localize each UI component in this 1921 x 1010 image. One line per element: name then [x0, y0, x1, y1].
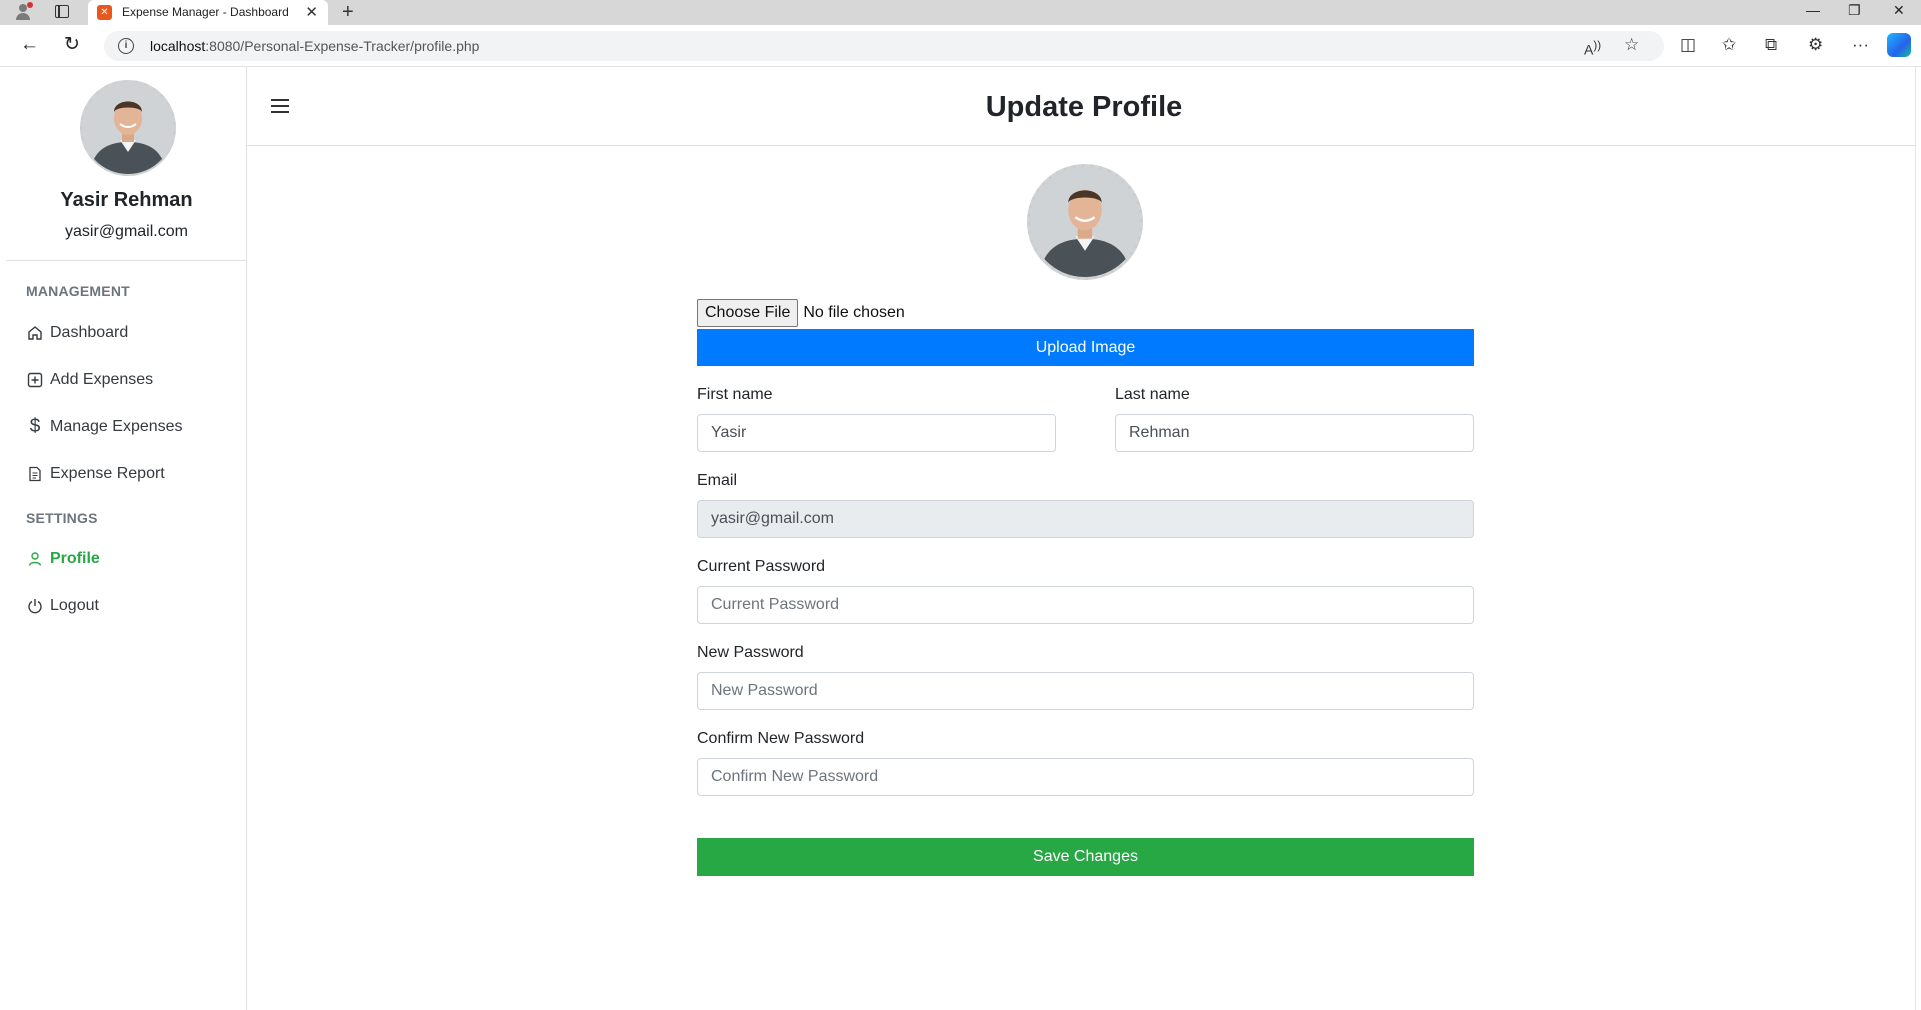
sidebar-item-label: Profile — [50, 550, 100, 567]
tab-actions-icon[interactable] — [55, 5, 69, 18]
sidebar-item-dashboard[interactable]: Dashboard — [26, 321, 128, 345]
sidebar-user-name: Yasir Rehman — [60, 189, 193, 211]
sidebar-item-label: Expense Report — [50, 465, 165, 482]
back-icon[interactable]: ← — [20, 35, 39, 55]
sidebar-item-label: Dashboard — [50, 324, 129, 341]
profile-avatar — [1027, 164, 1143, 280]
minimize-icon[interactable]: — — [1806, 2, 1820, 18]
url-field[interactable]: i localhost:8080/Personal-Expense-Tracke… — [104, 31, 1664, 61]
first-name-field[interactable]: Yasir — [697, 414, 1056, 452]
sidebar-item-manage-expenses[interactable]: $ Manage Expenses — [26, 415, 183, 439]
scrollbar[interactable] — [1915, 67, 1921, 1010]
file-status: No file chosen — [803, 304, 905, 321]
browser-profile-icon[interactable] — [14, 2, 33, 21]
sidebar-user-email: yasir@gmail.com — [65, 223, 188, 240]
url-text: localhost:8080/Personal-Expense-Tracker/… — [150, 38, 480, 54]
more-menu-icon[interactable]: ··· — [1852, 36, 1869, 54]
tab-title: Expense Manager - Dashboard — [122, 5, 289, 19]
sidebar: Yasir Rehman yasir@gmail.com MANAGEMENT … — [6, 67, 247, 1010]
plus-square-icon — [26, 371, 44, 389]
favorite-star-icon[interactable]: ☆ — [1624, 36, 1639, 54]
read-aloud-icon[interactable]: A)) — [1584, 37, 1601, 59]
browser-tab-bar: ✕ Expense Manager - Dashboard ✕ + — ❐ ✕ — [0, 0, 1921, 25]
sidebar-item-expense-report[interactable]: Expense Report — [26, 462, 165, 486]
last-name-field[interactable]: Rehman — [1115, 414, 1474, 452]
window-close-icon[interactable]: ✕ — [1893, 2, 1905, 19]
document-icon — [26, 465, 44, 483]
current-password-field[interactable]: Current Password — [697, 586, 1474, 624]
split-screen-icon[interactable]: ◫ — [1680, 36, 1696, 54]
reload-icon[interactable]: ↻ — [64, 35, 80, 55]
save-changes-button[interactable]: Save Changes — [697, 838, 1474, 876]
last-name-label: Last name — [1115, 386, 1190, 403]
favorites-icon[interactable]: ✩ — [1722, 36, 1736, 54]
power-icon — [26, 597, 44, 615]
sidebar-item-add-expenses[interactable]: Add Expenses — [26, 368, 153, 392]
user-icon — [26, 550, 44, 568]
sidebar-avatar — [80, 80, 176, 176]
new-password-field[interactable]: New Password — [697, 672, 1474, 710]
main-header: Update Profile — [247, 67, 1921, 146]
sidebar-item-label: Add Expenses — [50, 371, 154, 388]
current-password-label: Current Password — [697, 558, 826, 575]
new-tab-icon[interactable]: + — [342, 0, 354, 24]
dollar-icon: $ — [29, 416, 41, 437]
close-tab-icon[interactable]: ✕ — [305, 3, 318, 21]
settings-heading: SETTINGS — [26, 510, 98, 526]
restore-icon[interactable]: ❐ — [1848, 2, 1861, 19]
choose-file-button[interactable]: Choose File — [697, 299, 799, 327]
extensions-icon[interactable]: ⚙ — [1808, 36, 1823, 54]
upload-image-button[interactable]: Upload Image — [697, 329, 1474, 366]
sidebar-item-logout[interactable]: Logout — [26, 594, 99, 618]
browser-address-bar: ← ↻ i localhost:8080/Personal-Expense-Tr… — [0, 25, 1921, 67]
sidebar-item-profile[interactable]: Profile — [26, 547, 100, 571]
page-title: Update Profile — [985, 91, 1183, 123]
new-password-label: New Password — [697, 644, 804, 661]
home-icon — [26, 324, 44, 342]
file-input: Choose File No file chosen — [697, 299, 905, 327]
sidebar-item-label: Logout — [50, 597, 99, 614]
browser-tab[interactable]: ✕ Expense Manager - Dashboard ✕ — [88, 0, 328, 25]
sidebar-item-label: Manage Expenses — [50, 418, 183, 435]
sidebar-divider — [6, 260, 247, 261]
confirm-password-field[interactable]: Confirm New Password — [697, 758, 1474, 796]
confirm-password-label: Confirm New Password — [697, 730, 865, 747]
collections-icon[interactable]: ⧉ — [1765, 36, 1777, 54]
copilot-icon[interactable] — [1887, 33, 1911, 57]
site-favicon-icon: ✕ — [97, 5, 112, 20]
first-name-label: First name — [697, 386, 773, 403]
site-info-icon[interactable]: i — [118, 38, 134, 54]
email-field[interactable]: yasir@gmail.com — [697, 500, 1474, 538]
email-label: Email — [697, 472, 738, 489]
management-heading: MANAGEMENT — [26, 283, 130, 299]
